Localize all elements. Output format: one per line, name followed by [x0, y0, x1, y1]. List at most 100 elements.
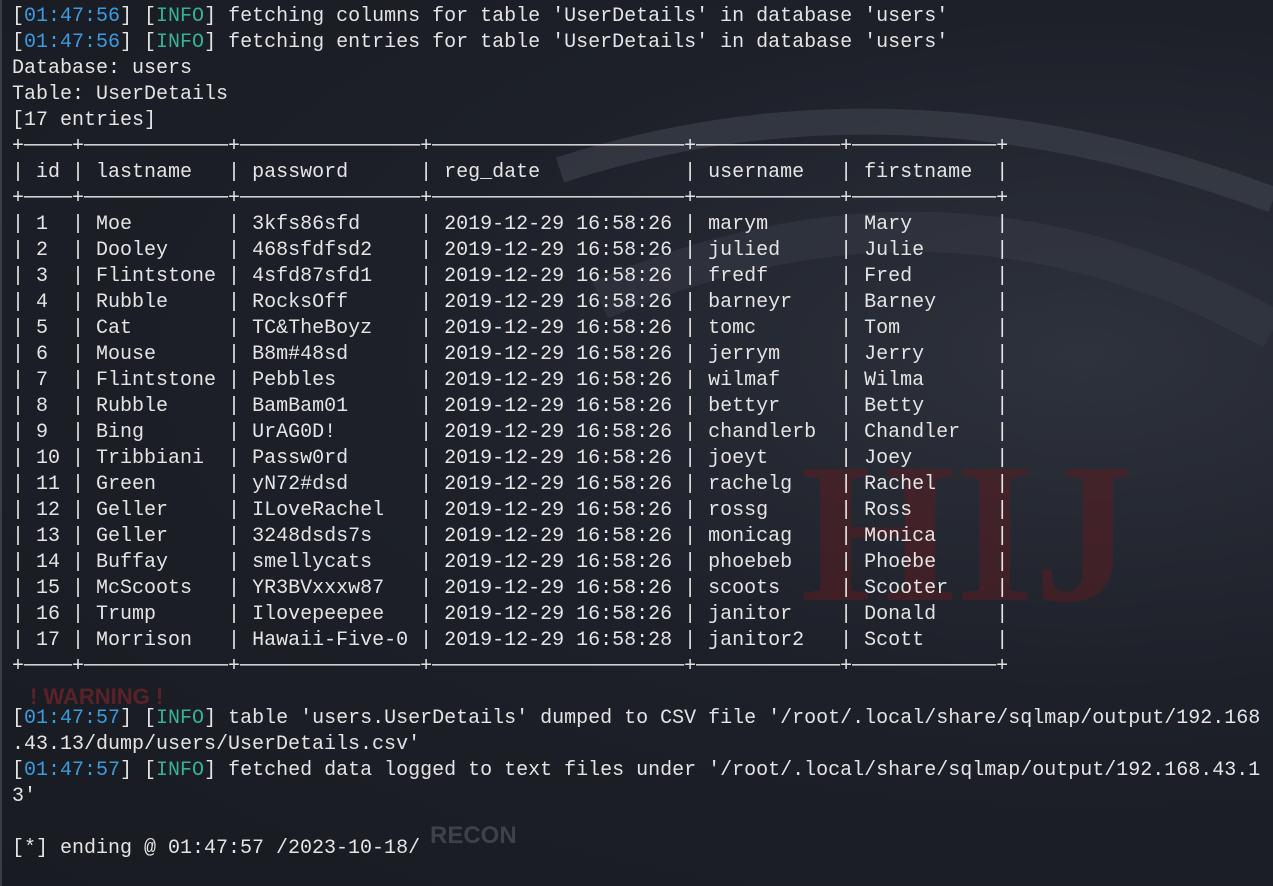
cell-lastname: Dooley: [96, 239, 169, 262]
cell-username: wilmaf: [708, 369, 781, 392]
cell-username: rachelg: [708, 473, 793, 496]
cell-lastname: Moe: [96, 213, 133, 236]
table-row: | 14 | Buffay | smellycats | 2019-12-29 …: [12, 551, 1009, 574]
cell-password: 468sfdfsd2: [252, 239, 373, 262]
cell-id: 17: [36, 629, 61, 652]
cell-id: 5: [36, 317, 49, 340]
cell-lastname: Bing: [96, 421, 145, 444]
cell-lastname: Tribbiani: [96, 447, 205, 470]
log-line: [01:47:56] [INFO] fetching entries for t…: [12, 31, 949, 54]
log-line-wrap: 3': [12, 785, 37, 808]
table-row: | 16 | Trump | Ilovepeepee | 2019-12-29 …: [12, 603, 1009, 626]
table-row: | 8 | Rubble | BamBam01 | 2019-12-29 16:…: [12, 395, 1009, 418]
table-row: | 6 | Mouse | B8m#48sd | 2019-12-29 16:5…: [12, 343, 1009, 366]
cell-username: fredf: [708, 265, 769, 288]
cell-firstname: Fred: [864, 265, 913, 288]
timestamp: 01:47:56: [24, 5, 121, 28]
cell-id: 1: [36, 213, 49, 236]
ending-line: [*] ending @ 01:47:57 /2023-10-18/: [12, 837, 421, 860]
cell-password: UrAG0D!: [252, 421, 337, 444]
cell-reg-date: 2019-12-29 16:58:26: [444, 577, 673, 600]
cell-firstname: Phoebe: [864, 551, 937, 574]
cell-username: janitor: [708, 603, 793, 626]
cell-reg-date: 2019-12-29 16:58:28: [444, 629, 673, 652]
cell-id: 13: [36, 525, 61, 548]
table-border: +────+────────────+───────────────+─────…: [12, 187, 1009, 210]
cell-firstname: Rachel: [864, 473, 937, 496]
cell-id: 4: [36, 291, 49, 314]
table-row: | 17 | Morrison | Hawaii-Five-0 | 2019-1…: [12, 629, 1009, 652]
cell-lastname: Morrison: [96, 629, 193, 652]
log-level: INFO: [156, 31, 205, 54]
table-row: | 9 | Bing | UrAG0D! | 2019-12-29 16:58:…: [12, 421, 1009, 444]
cell-id: id: [36, 161, 61, 184]
cell-username: barneyr: [708, 291, 793, 314]
cell-reg-date: 2019-12-29 16:58:26: [444, 525, 673, 548]
log-message: fetching entries for table 'UserDetails'…: [228, 31, 949, 54]
timestamp: 01:47:57: [24, 759, 121, 782]
log-level: INFO: [156, 707, 205, 730]
cell-password: Ilovepeepee: [252, 603, 385, 626]
cell-firstname: Scooter: [864, 577, 949, 600]
table-row: | 13 | Geller | 3248dsds7s | 2019-12-29 …: [12, 525, 1009, 548]
cell-lastname: McScoots: [96, 577, 193, 600]
cell-reg-date: 2019-12-29 16:58:26: [444, 343, 673, 366]
cell-lastname: Geller: [96, 499, 169, 522]
cell-lastname: Flintstone: [96, 265, 217, 288]
cell-username: jerrym: [708, 343, 781, 366]
cell-reg-date: 2019-12-29 16:58:26: [444, 265, 673, 288]
cell-reg-date: 2019-12-29 16:58:26: [444, 369, 673, 392]
cell-username: joeyt: [708, 447, 769, 470]
cell-username: username: [708, 161, 805, 184]
cell-password: 4sfd87sfd1: [252, 265, 373, 288]
cell-username: julied: [708, 239, 781, 262]
cell-firstname: Chandler: [864, 421, 961, 444]
cell-password: B8m#48sd: [252, 343, 349, 366]
table-row: | 7 | Flintstone | Pebbles | 2019-12-29 …: [12, 369, 1009, 392]
cell-password: RocksOff: [252, 291, 349, 314]
terminal-output[interactable]: [01:47:56] [INFO] fetching columns for t…: [12, 4, 1273, 862]
entries-line: [17 entries]: [12, 109, 157, 132]
cell-firstname: Mary: [864, 213, 913, 236]
cell-lastname: Flintstone: [96, 369, 217, 392]
cell-reg-date: 2019-12-29 16:58:26: [444, 447, 673, 470]
log-level: INFO: [156, 5, 205, 28]
cell-password: ILoveRachel: [252, 499, 385, 522]
table-line: Table: UserDetails: [12, 83, 229, 106]
log-line: [01:47:57] [INFO] fetched data logged to…: [12, 759, 1261, 782]
cell-id: 8: [36, 395, 49, 418]
cell-lastname: Buffay: [96, 551, 169, 574]
cell-username: tomc: [708, 317, 757, 340]
cell-password: YR3BVxxxw87: [252, 577, 385, 600]
cell-reg-date: 2019-12-29 16:58:26: [444, 395, 673, 418]
table-row: | 1 | Moe | 3kfs86sfd | 2019-12-29 16:58…: [12, 213, 1009, 236]
table-row: | 15 | McScoots | YR3BVxxxw87 | 2019-12-…: [12, 577, 1009, 600]
cell-password: Pebbles: [252, 369, 337, 392]
cell-reg-date: 2019-12-29 16:58:26: [444, 317, 673, 340]
cell-firstname: Julie: [864, 239, 925, 262]
cell-firstname: Tom: [864, 317, 901, 340]
cell-firstname: Joey: [864, 447, 913, 470]
cell-firstname: Jerry: [864, 343, 925, 366]
cell-password: smellycats: [252, 551, 373, 574]
cell-firstname: Barney: [864, 291, 937, 314]
cell-id: 2: [36, 239, 49, 262]
log-line: [01:47:57] [INFO] table 'users.UserDetai…: [12, 707, 1261, 730]
log-message: table 'users.UserDetails' dumped to CSV …: [228, 707, 1261, 730]
cell-username: chandlerb: [708, 421, 817, 444]
cell-username: rossg: [708, 499, 769, 522]
cell-reg-date: 2019-12-29 16:58:26: [444, 499, 673, 522]
cell-firstname: Ross: [864, 499, 913, 522]
table-row: | 11 | Green | yN72#dsd | 2019-12-29 16:…: [12, 473, 1009, 496]
timestamp: 01:47:57: [24, 707, 121, 730]
cell-id: 6: [36, 343, 49, 366]
cell-id: 3: [36, 265, 49, 288]
table-row: | 10 | Tribbiani | Passw0rd | 2019-12-29…: [12, 447, 1009, 470]
timestamp: 01:47:56: [24, 31, 121, 54]
cell-firstname: Betty: [864, 395, 925, 418]
cell-username: monicag: [708, 525, 793, 548]
cell-lastname: lastname: [96, 161, 193, 184]
table-row: | 3 | Flintstone | 4sfd87sfd1 | 2019-12-…: [12, 265, 1009, 288]
